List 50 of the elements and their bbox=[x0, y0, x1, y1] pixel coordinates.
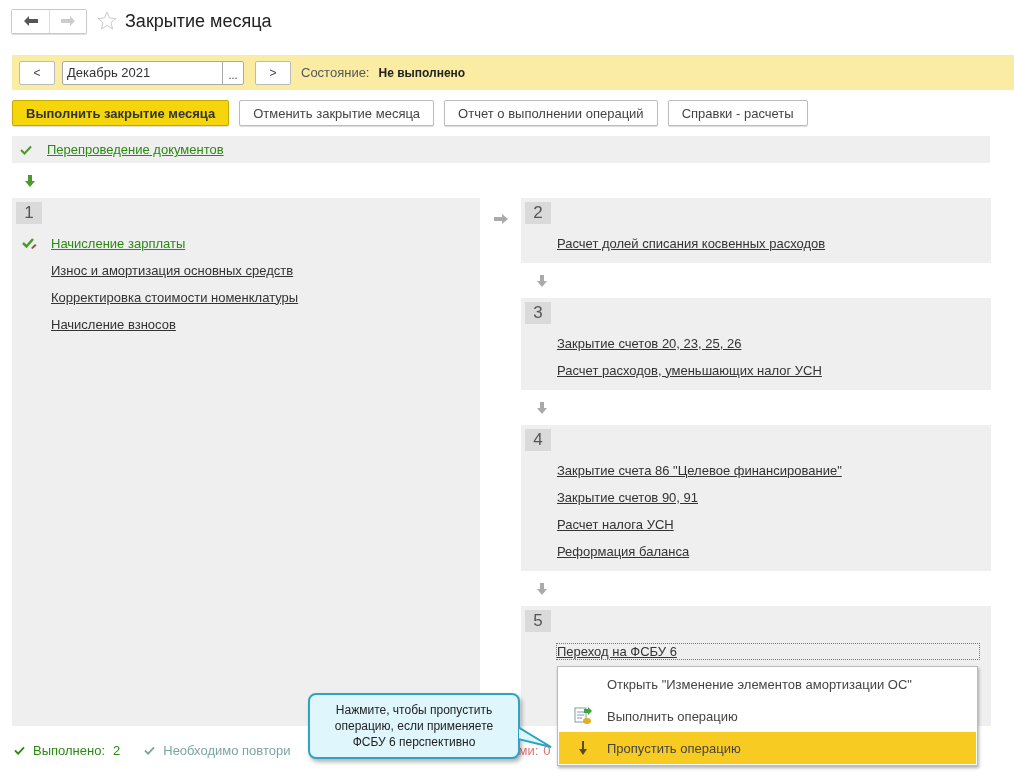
operation-link[interactable]: Перепроведение документов bbox=[47, 142, 224, 157]
check-icon bbox=[14, 746, 25, 755]
state-label: Состояние: bbox=[301, 65, 370, 80]
stage-number: 1 bbox=[16, 202, 42, 224]
menu-item[interactable]: Выполнить операцию bbox=[559, 700, 976, 732]
operation-link[interactable]: Начисление зарплаты bbox=[51, 235, 186, 251]
action-button[interactable]: Отменить закрытие месяца bbox=[239, 100, 435, 126]
operation-link[interactable]: Переход на ФСБУ 6 bbox=[557, 643, 979, 659]
stage-number: 4 bbox=[525, 429, 551, 451]
action-button[interactable]: Отчет о выполнении операций bbox=[444, 100, 658, 126]
operation-link[interactable]: Реформация баланса bbox=[557, 543, 690, 559]
operation-link[interactable]: Расчет долей списания косвенных расходов bbox=[557, 235, 826, 251]
down-arrow-icon bbox=[578, 741, 588, 755]
operation-link[interactable]: Расчет расходов, уменьшающих налог УСН bbox=[557, 362, 822, 378]
action-button[interactable]: Выполнить закрытие месяца bbox=[12, 100, 230, 126]
back-arrow-icon bbox=[23, 16, 38, 26]
operation-link[interactable]: Корректировка стоимости номенклатуры bbox=[51, 289, 299, 305]
forward-arrow-icon bbox=[61, 16, 75, 26]
status-label: Необходимо повтори bbox=[163, 743, 291, 758]
previous-period-button[interactable]: < bbox=[19, 60, 55, 85]
stage-number: 3 bbox=[525, 302, 551, 324]
back-button[interactable] bbox=[12, 9, 49, 33]
status-label: Выполнено: bbox=[33, 743, 105, 758]
stage-number: 5 bbox=[525, 610, 551, 632]
operation-link[interactable]: Расчет налога УСН bbox=[557, 516, 674, 532]
menu-item[interactable]: Пропустить операцию bbox=[559, 732, 976, 764]
operation-link[interactable]: Износ и амортизация основных средств bbox=[51, 262, 294, 278]
stage-number: 2 bbox=[525, 202, 551, 224]
state-value: Не выполнено bbox=[378, 65, 466, 80]
period-field[interactable]: Декабрь 2021 ... bbox=[62, 60, 244, 85]
next-period-button[interactable]: > bbox=[255, 60, 291, 85]
star-icon[interactable] bbox=[97, 11, 117, 31]
menu-item[interactable]: Открыть "Изменение элементов амортизации ОС" bbox=[559, 668, 976, 700]
choose-button[interactable]: ... bbox=[222, 61, 243, 84]
action-button[interactable]: Справки - расчеты bbox=[667, 100, 808, 126]
operation-link[interactable]: Закрытие счета 86 "Целевое финансирование" bbox=[557, 462, 842, 478]
operation-link[interactable]: Начисление взносов bbox=[51, 316, 176, 332]
status-count: 0 bbox=[543, 743, 551, 758]
operation-link[interactable]: Закрытие счетов 20, 23, 25, 26 bbox=[557, 335, 742, 351]
callout-text: Нажмите, чтобы пропустить операцию, если применяете ФСБУ 6 перспективно bbox=[334, 702, 494, 750]
down-arrow-icon bbox=[25, 174, 35, 187]
check-icon bbox=[144, 746, 156, 755]
document-execute-icon bbox=[574, 707, 592, 725]
operation-link[interactable]: Закрытие счетов 90, 91 bbox=[557, 489, 699, 505]
status-count: 2 bbox=[113, 743, 121, 758]
down-arrow-icon bbox=[537, 582, 547, 595]
down-arrow-icon bbox=[537, 401, 547, 414]
right-arrow-icon bbox=[493, 214, 508, 224]
window-title: Закрытие месяца bbox=[125, 10, 272, 32]
down-arrow-icon bbox=[537, 274, 547, 287]
